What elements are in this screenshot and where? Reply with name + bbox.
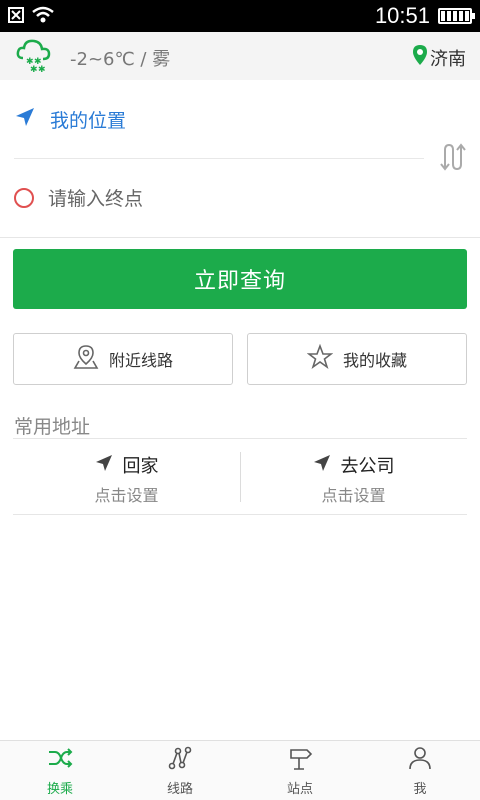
section-divider: [13, 438, 467, 439]
route-icon: [167, 745, 193, 775]
home-hint: 点击设置: [94, 486, 159, 505]
destination-field[interactable]: 请输入终点: [14, 184, 143, 211]
start-location-field[interactable]: 我的位置: [14, 106, 126, 133]
search-button[interactable]: 立即查询: [13, 249, 467, 309]
swap-route-icon[interactable]: [438, 142, 468, 172]
home-label: 回家: [122, 456, 159, 477]
navigation-arrow-icon: [95, 454, 113, 477]
city-selector[interactable]: 济南: [412, 44, 466, 71]
common-addresses-title: 常用地址: [14, 416, 91, 438]
star-icon: [306, 343, 334, 374]
user-icon: [407, 745, 433, 775]
wifi-icon: [32, 6, 54, 28]
nav-label: 线路: [166, 781, 193, 797]
clock: 10:51: [374, 3, 430, 28]
nav-stations[interactable]: 站点: [240, 741, 360, 800]
nav-routes[interactable]: 线路: [120, 741, 240, 800]
start-location-label: 我的位置: [50, 110, 127, 132]
svg-text:✱: ✱: [38, 65, 46, 75]
nav-label: 站点: [286, 781, 313, 797]
nav-label: 我: [413, 781, 427, 797]
battery-icon: [438, 8, 475, 24]
work-hint: 点击设置: [321, 486, 386, 505]
work-label: 去公司: [340, 456, 395, 477]
svg-text:✱: ✱: [30, 65, 38, 75]
map-pin-icon: [73, 344, 99, 374]
nearby-routes-label: 附近线路: [108, 351, 173, 370]
signpost-icon: [287, 745, 313, 775]
route-divider: [14, 158, 424, 159]
navigation-arrow-icon: [14, 106, 36, 133]
bottom-nav: 换乘 线路 站点 我: [0, 740, 480, 800]
shuffle-icon: [47, 745, 73, 775]
nav-label: 换乘: [46, 781, 73, 797]
navigation-arrow-icon: [313, 454, 331, 477]
section-divider: [13, 514, 467, 515]
snow-cloud-icon: ✱ ✱ ✱ ✱: [14, 36, 54, 76]
weather-bar: ✱ ✱ ✱ ✱ -2~6℃ / 雾 济南: [0, 32, 480, 80]
home-address-button[interactable]: 回家 点击设置: [13, 452, 240, 505]
destination-marker-icon: [14, 187, 34, 208]
favorites-label: 我的收藏: [342, 351, 407, 370]
city-name: 济南: [430, 48, 466, 70]
nav-transfer[interactable]: 换乘: [0, 741, 120, 800]
close-icon: [8, 7, 24, 27]
route-card: 我的位置 请输入终点: [0, 80, 480, 238]
nav-me[interactable]: 我: [360, 741, 480, 800]
work-address-button[interactable]: 去公司 点击设置: [240, 452, 467, 505]
nearby-routes-button[interactable]: 附近线路: [13, 333, 233, 385]
location-pin-icon: [412, 44, 428, 71]
status-bar: 10:51: [0, 0, 480, 32]
destination-placeholder: 请输入终点: [48, 188, 144, 210]
favorites-button[interactable]: 我的收藏: [247, 333, 467, 385]
weather-text: -2~6℃ / 雾: [70, 49, 171, 70]
